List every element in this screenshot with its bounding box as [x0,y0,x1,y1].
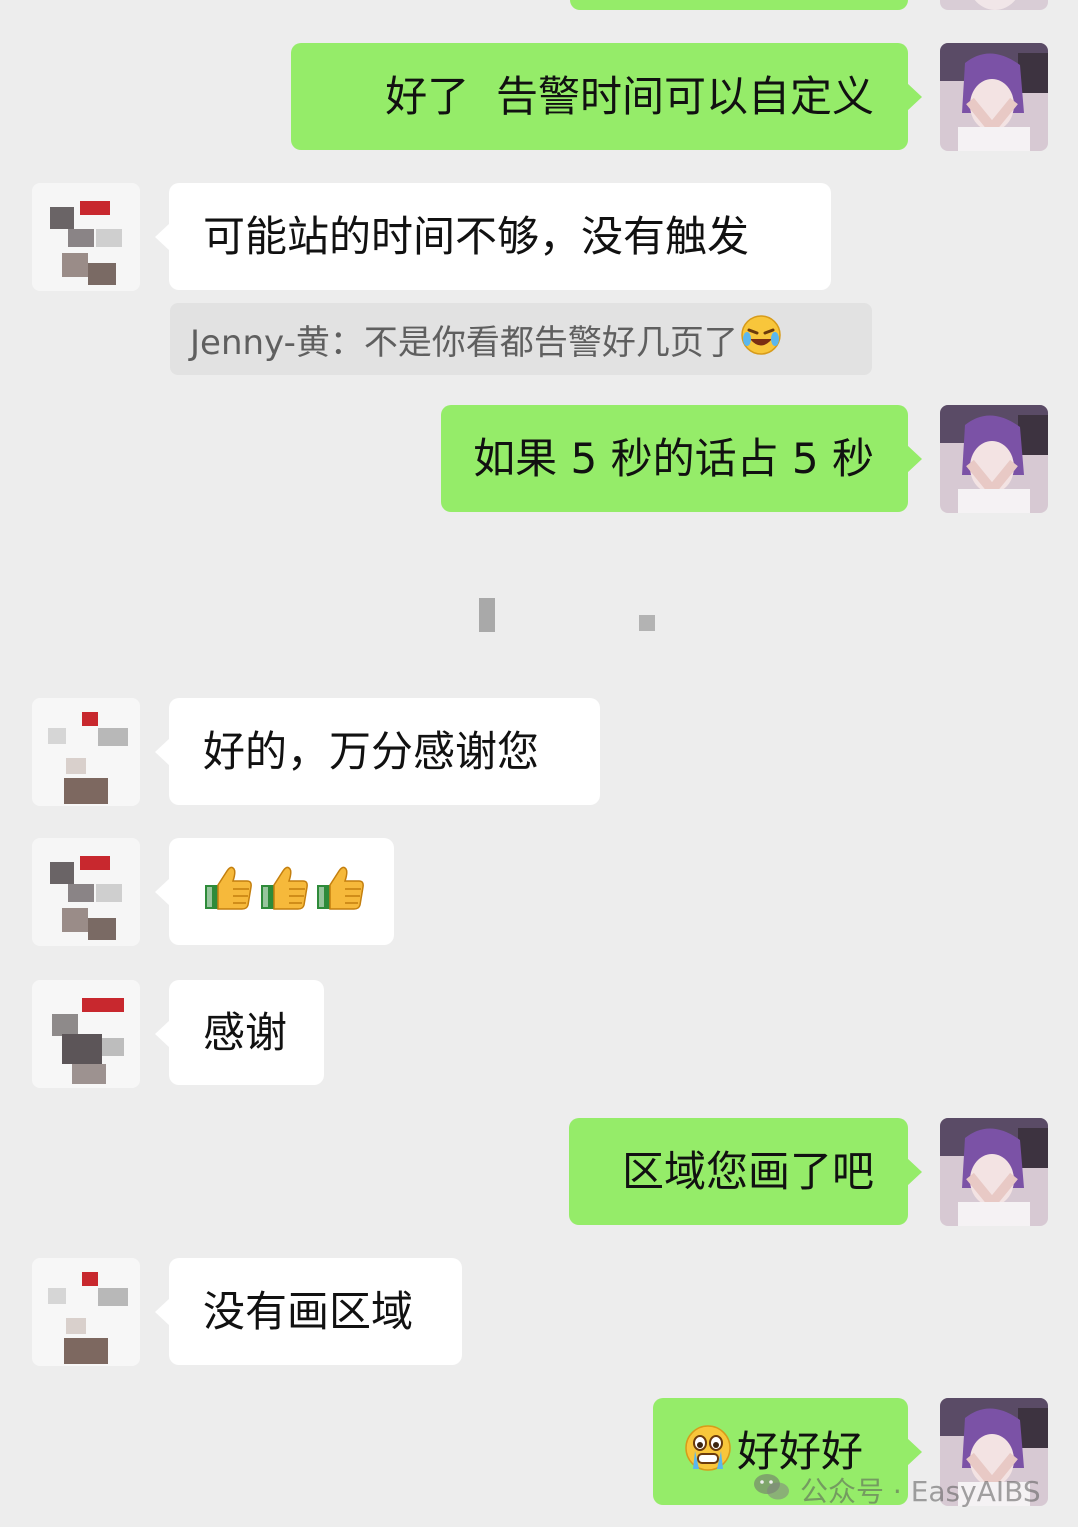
previous-message-bubble[interactable] [570,0,908,10]
contact-avatar[interactable] [32,980,140,1088]
contact-avatar[interactable] [32,1258,140,1366]
contact-avatar[interactable] [32,838,140,946]
wechat-icon [752,1471,792,1510]
message-text: 好的，万分感谢您 [203,726,540,776]
crying-face-icon [683,1423,733,1480]
my-avatar[interactable] [940,43,1048,151]
redacted-fragment [639,615,655,631]
outgoing-message[interactable]: 区域您画了吧 [569,1118,922,1225]
message-text: 如果 5 秒的话占 5 秒 [473,433,874,483]
outgoing-message[interactable]: 好了 告警时间可以自定义 [291,43,922,150]
incoming-emoji-message[interactable] [155,838,394,945]
contact-avatar[interactable] [32,698,140,806]
incoming-message[interactable]: 感谢 [155,980,324,1085]
message-text: 可能站的时间不够，没有触发 [203,211,750,261]
quote-text: Jenny-黄：不是你看都告警好几页了 [190,322,738,363]
thumbs-up-icon [203,863,253,920]
watermark: 公众号 · EasyAIBS [752,1470,1041,1510]
incoming-message[interactable]: 好的，万分感谢您 [155,698,600,805]
outgoing-message[interactable]: 如果 5 秒的话占 5 秒 [441,405,922,512]
message-text: 没有画区域 [203,1286,414,1336]
laughing-crying-face-icon [740,314,782,365]
my-avatar[interactable] [940,0,1048,10]
incoming-message[interactable]: 没有画区域 [155,1258,462,1365]
message-text: 感谢 [203,1007,288,1057]
incoming-message[interactable]: 可能站的时间不够，没有触发 [155,183,831,290]
quoted-reply[interactable]: Jenny-黄：不是你看都告警好几页了 [170,303,872,375]
thumbs-up-icon [315,863,365,920]
redacted-fragment [479,598,495,632]
watermark-text: 公众号 · EasyAIBS [800,1475,1041,1508]
thumbs-up-icon [259,863,309,920]
my-avatar[interactable] [940,1118,1048,1226]
my-avatar[interactable] [940,405,1048,513]
message-text: 好好好 [737,1426,864,1476]
message-text: 区域您画了吧 [621,1146,874,1196]
contact-avatar[interactable] [32,183,140,291]
message-text: 好了 告警时间可以自定义 [385,71,874,121]
